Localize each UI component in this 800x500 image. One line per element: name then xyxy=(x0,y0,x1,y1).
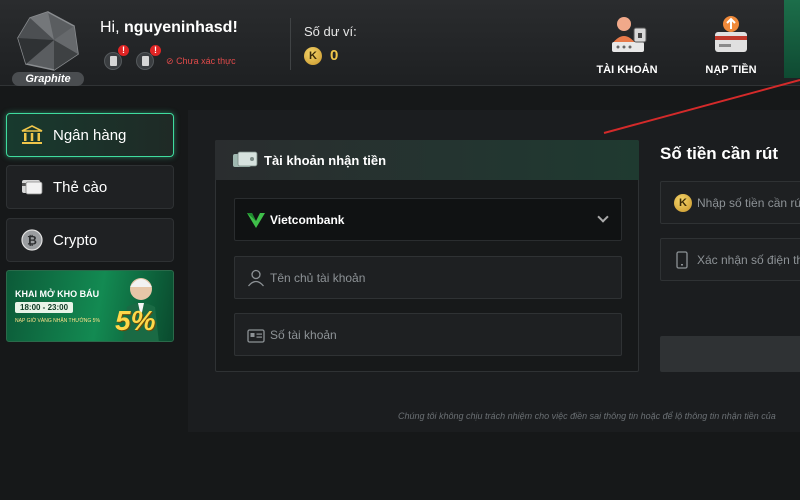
coin-icon: K xyxy=(674,194,692,212)
vietcombank-logo-icon xyxy=(247,213,265,228)
account-name-placeholder: Tên chủ tài khoản xyxy=(270,271,366,285)
top-header: Graphite Hi, nguyeninhasd! ! ! ⊘ Chưa xá… xyxy=(0,0,800,86)
promo-title: KHAI MỞ KHO BÁU xyxy=(15,289,100,299)
id-card-icon xyxy=(247,329,265,343)
withdraw-submit-button[interactable] xyxy=(660,336,800,372)
nav-withdraw-button-edge[interactable] xyxy=(784,0,800,78)
sidebar-item-crypto[interactable]: ₿ Crypto xyxy=(6,218,174,262)
unverified-label: Chưa xác thực xyxy=(176,56,236,66)
greeting-prefix: Hi, xyxy=(100,19,124,36)
phone-placeholder: Xác nhận số điện thoại xyxy=(697,253,800,267)
username: nguyeninhasd! xyxy=(124,19,238,36)
balance-label: Số dư ví: xyxy=(304,24,357,39)
graphite-gem-icon xyxy=(17,11,79,71)
bank-select[interactable]: Vietcombank xyxy=(234,198,622,241)
bank-icon xyxy=(21,125,43,144)
receive-account-header: Tài khoản nhận tiền xyxy=(215,140,639,180)
chevron-down-icon xyxy=(597,211,609,223)
user-icon xyxy=(248,269,264,287)
nav-deposit-label: NẠP TIỀN xyxy=(705,64,757,76)
sidebar-item-card[interactable]: Thẻ cào xyxy=(6,165,174,209)
warning-circle-icon: ⊘ xyxy=(166,56,174,66)
amount-input[interactable]: K Nhập số tiền cần rút xyxy=(660,181,800,224)
nav-account-button[interactable]: TÀI KHOẢN xyxy=(582,14,672,80)
sidebar-item-bank[interactable]: Ngân hàng xyxy=(6,113,174,157)
scratch-card-icon xyxy=(22,180,43,195)
bitcoin-icon: ₿ xyxy=(21,229,43,251)
promo-banner[interactable]: KHAI MỞ KHO BÁU 18:00 - 23:00 NẠP GIỜ VÀ… xyxy=(6,270,174,342)
email-verify-icon[interactable]: ! xyxy=(136,45,161,71)
receive-account-title: Tài khoản nhận tiền xyxy=(264,153,387,168)
rank-badge[interactable]: Graphite xyxy=(12,8,84,86)
amount-title: Số tiền cần rút xyxy=(660,144,779,163)
deposit-icon xyxy=(715,16,747,52)
promo-time: 18:00 - 23:00 xyxy=(15,302,74,313)
amount-placeholder: Nhập số tiền cần rút xyxy=(697,196,800,210)
bank-selected: Vietcombank xyxy=(270,213,345,227)
header-divider xyxy=(290,18,291,70)
account-number-input[interactable]: Số tài khoản xyxy=(234,313,622,356)
unverified-status[interactable]: ⊘ Chưa xác thực xyxy=(166,56,236,67)
nav-account-label: TÀI KHOẢN xyxy=(596,64,658,76)
wallet-card-icon xyxy=(233,151,258,167)
nav-deposit-button[interactable]: NẠP TIỀN xyxy=(686,14,776,80)
balance-value: 0 xyxy=(330,47,339,64)
promo-subtitle: NẠP GIỜ VÀNG NHẬN THƯỞNG 5% xyxy=(15,318,100,324)
sidebar-item-label: Crypto xyxy=(53,231,98,249)
account-number-placeholder: Số tài khoản xyxy=(270,328,337,342)
greeting: Hi, nguyeninhasd! xyxy=(100,19,238,37)
promo-percent: 5% xyxy=(115,305,156,336)
svg-text:₿: ₿ xyxy=(27,234,37,248)
phone-icon xyxy=(676,251,688,269)
account-name-input[interactable]: Tên chủ tài khoản xyxy=(234,256,622,299)
phone-verify-icon[interactable]: ! xyxy=(104,45,129,71)
disclaimer-text: Chúng tôi không chịu trách nhiệm cho việ… xyxy=(398,411,776,421)
account-icon xyxy=(612,17,647,52)
sidebar-item-label: Ngân hàng xyxy=(53,126,127,144)
phone-confirm-input[interactable]: Xác nhận số điện thoại xyxy=(660,238,800,281)
rank-label: Graphite xyxy=(12,72,84,86)
coin-icon: K xyxy=(304,47,322,65)
sidebar-item-label: Thẻ cào xyxy=(53,178,108,196)
